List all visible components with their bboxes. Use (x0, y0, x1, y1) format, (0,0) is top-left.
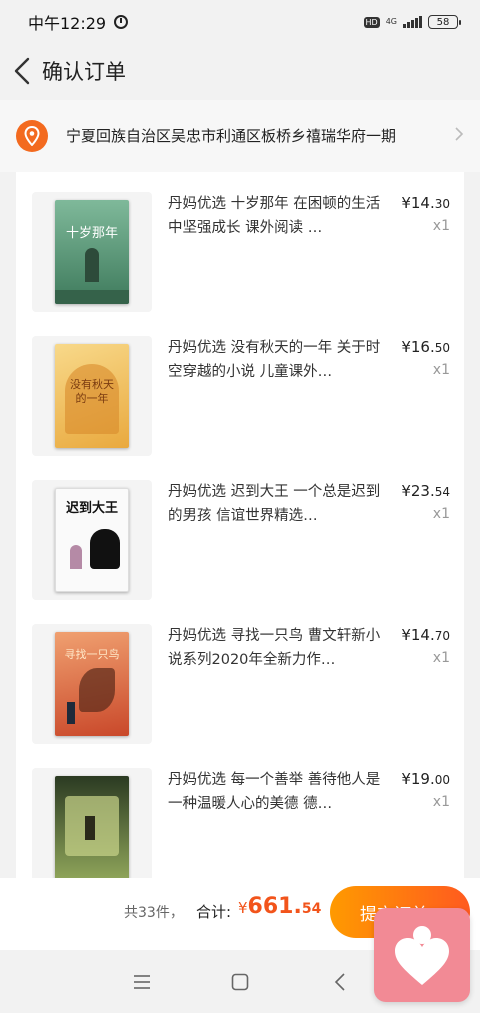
product-quantity: x1 (432, 794, 450, 810)
total-cents: 54 (301, 901, 322, 917)
list-item[interactable]: 没有秋天的一年 丹妈优选 没有秋天的一年 关于时空穿越的小说 儿童课外… ¥16… (16, 316, 464, 460)
total-label: 合计: (196, 903, 232, 921)
price-cents: 50 (434, 341, 450, 355)
list-item[interactable]: 寻找一只鸟 丹妈优选 寻找一只鸟 曹文轩新小说系列2020年全新力作… ¥14.… (16, 604, 464, 748)
book-cover: 寻找一只鸟 (55, 632, 129, 736)
product-price: ¥14.30 (401, 194, 450, 212)
location-pin-icon (16, 120, 48, 152)
product-name: 丹妈优选 每一个善举 善待他人是一种温暖人心的美德 德… (168, 772, 381, 812)
product-thumbnail: 十岁那年 (32, 192, 152, 312)
product-thumbnail (32, 768, 152, 878)
order-items-card: 十岁那年 丹妈优选 十岁那年 在困顿的生活中坚强成长 课外阅读 … ¥14.30… (16, 172, 464, 878)
list-item[interactable]: 丹妈优选 每一个善举 善待他人是一种温暖人心的美德 德… ¥19.00 x1 (16, 748, 464, 878)
status-time: 中午12:29 (28, 14, 107, 33)
product-thumbnail: 没有秋天的一年 (32, 336, 152, 456)
address-selector[interactable]: 宁夏回族自治区吴忠市利通区板桥乡禧瑞华府一期 (0, 100, 480, 172)
status-bar: 中午12:29 HD 4G 58 (0, 0, 480, 44)
book-cover (55, 776, 129, 878)
address-text: 宁夏回族自治区吴忠市利通区板桥乡禧瑞华府一期 (66, 127, 397, 145)
signal-icon (403, 16, 422, 28)
heart-icon (395, 926, 449, 985)
product-price: ¥19.00 (401, 770, 450, 788)
floating-heart-widget[interactable] (374, 908, 470, 1002)
back-arrow-icon[interactable] (4, 53, 40, 89)
product-name: 丹妈优选 迟到大王 一个总是迟到的男孩 信谊世界精选… (168, 484, 381, 524)
price-main: ¥14. (401, 626, 435, 644)
product-price: ¥14.70 (401, 626, 450, 644)
product-quantity: x1 (432, 218, 450, 234)
back-nav-icon[interactable] (326, 968, 354, 996)
price-cents: 70 (434, 629, 450, 643)
page-title: 确认订单 (42, 60, 126, 84)
book-cover: 十岁那年 (55, 200, 129, 304)
product-quantity: x1 (432, 362, 450, 378)
page-header: 确认订单 (0, 44, 480, 98)
product-quantity: x1 (432, 650, 450, 666)
alarm-icon (114, 15, 129, 29)
price-cents: 30 (434, 197, 450, 211)
price-cents: 54 (434, 485, 450, 499)
book-cover: 迟到大王 (55, 488, 129, 592)
price-main: ¥16. (401, 338, 435, 356)
book-cover: 没有秋天的一年 (55, 344, 129, 448)
menu-icon[interactable] (128, 968, 156, 996)
list-item[interactable]: 十岁那年 丹妈优选 十岁那年 在困顿的生活中坚强成长 课外阅读 … ¥14.30… (16, 172, 464, 316)
hd-badge: HD (363, 16, 380, 28)
price-main: ¥14. (401, 194, 435, 212)
total-amount: ¥661.54 (238, 894, 321, 919)
cover-title: 没有秋天的一年 (70, 378, 114, 405)
product-name: 丹妈优选 十岁那年 在困顿的生活中坚强成长 课外阅读 … (168, 196, 381, 236)
home-icon[interactable] (226, 968, 254, 996)
product-thumbnail: 寻找一只鸟 (32, 624, 152, 744)
battery-icon: 58 (428, 15, 461, 29)
product-quantity: x1 (432, 506, 450, 522)
product-price: ¥23.54 (401, 482, 450, 500)
item-count: 共33件， (124, 905, 184, 921)
product-price: ¥16.50 (401, 338, 450, 356)
network-label: 4G (385, 17, 397, 26)
cover-title: 寻找一只鸟 (64, 648, 120, 661)
cover-title: 迟到大王 (65, 501, 118, 516)
price-main: ¥23. (401, 482, 435, 500)
chevron-right-icon (454, 126, 464, 146)
price-cents: 00 (434, 773, 450, 787)
price-main: ¥19. (401, 770, 435, 788)
product-name: 丹妈优选 没有秋天的一年 关于时空穿越的小说 儿童课外… (168, 340, 381, 380)
total-main: 661. (247, 894, 302, 919)
cover-title: 十岁那年 (65, 226, 118, 241)
currency-symbol: ¥ (238, 899, 248, 917)
status-icons: HD 4G 58 (363, 15, 461, 29)
list-item[interactable]: 迟到大王 丹妈优选 迟到大王 一个总是迟到的男孩 信谊世界精选… ¥23.54 … (16, 460, 464, 604)
product-name: 丹妈优选 寻找一只鸟 曹文轩新小说系列2020年全新力作… (168, 628, 381, 668)
product-thumbnail: 迟到大王 (32, 480, 152, 600)
